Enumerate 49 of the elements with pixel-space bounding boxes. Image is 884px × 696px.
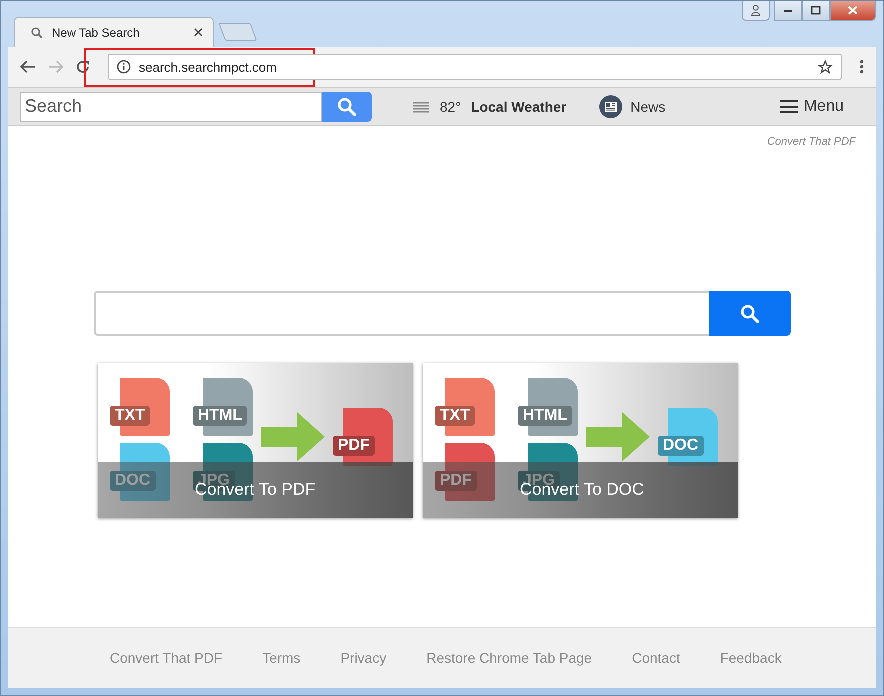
more-menu-icon[interactable]: [860, 60, 864, 74]
arrow-icon: [261, 412, 325, 462]
user-button[interactable]: [742, 1, 770, 21]
browser-tab[interactable]: New Tab Search: [14, 17, 214, 47]
search-icon: [337, 96, 357, 116]
address-bar[interactable]: search.searchmpct.com: [108, 54, 842, 80]
reload-icon[interactable]: [76, 60, 90, 74]
maximize-button[interactable]: [802, 1, 830, 21]
search-icon: [740, 304, 760, 324]
star-icon[interactable]: [818, 60, 833, 74]
minimize-button[interactable]: [774, 1, 802, 21]
file-type-label: HTML: [193, 406, 248, 426]
info-icon: [117, 60, 131, 74]
close-icon: [848, 6, 858, 15]
file-type-label: TXT: [435, 406, 476, 426]
footer-link[interactable]: Terms: [262, 650, 301, 666]
footer-link[interactable]: Convert That PDF: [110, 650, 223, 666]
search-button[interactable]: [708, 291, 790, 336]
brand-link[interactable]: Convert That PDF: [767, 136, 856, 148]
footer-link[interactable]: Feedback: [720, 650, 782, 666]
file-type-label: HTML: [518, 406, 572, 426]
close-button[interactable]: [830, 1, 876, 21]
close-icon[interactable]: [194, 28, 203, 37]
search-field[interactable]: [94, 291, 708, 336]
file-type-label: PDF: [333, 436, 375, 456]
file-type-label: DOC: [110, 471, 156, 491]
newspaper-icon: [598, 94, 623, 118]
file-type-label: TXT: [110, 406, 150, 426]
file-type-label: DOC: [658, 436, 704, 456]
back-icon[interactable]: [20, 60, 36, 74]
search-field[interactable]: Search: [20, 92, 322, 122]
temperature-text: 82°: [440, 98, 462, 114]
tab-title: New Tab Search: [52, 26, 141, 40]
file-type-label: PDF: [435, 471, 477, 491]
footer-link[interactable]: Contact: [632, 650, 680, 666]
arrow-icon: [586, 412, 650, 462]
wind-icon: [412, 100, 430, 112]
person-icon: [751, 5, 761, 16]
search-button[interactable]: [322, 92, 372, 122]
news-link[interactable]: News: [630, 98, 666, 114]
url-text: search.searchmpct.com: [139, 60, 277, 74]
footer-link[interactable]: Privacy: [340, 650, 387, 666]
search-icon: [31, 26, 43, 38]
footer-link[interactable]: Restore Chrome Tab Page: [426, 650, 592, 666]
maximize-icon: [811, 6, 821, 15]
menu-button[interactable]: Menu: [774, 96, 850, 116]
weather-link[interactable]: Local Weather: [471, 98, 567, 114]
menu-icon: [780, 100, 798, 114]
minimize-icon: [783, 8, 793, 12]
